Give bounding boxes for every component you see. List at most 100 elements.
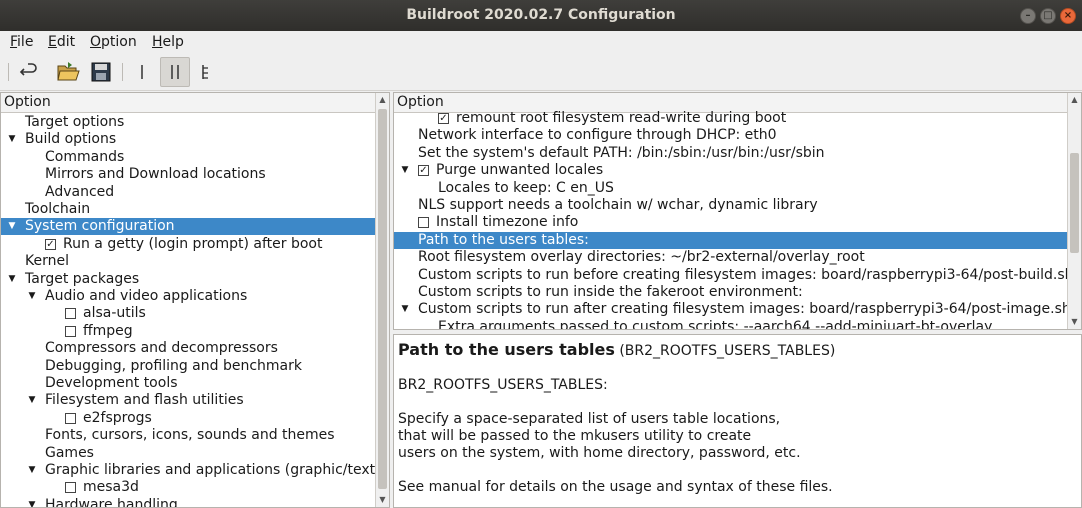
tree-row-label: Target options [25,114,125,130]
expand-arrow-icon[interactable]: ▼ [27,392,37,409]
expand-arrow-icon[interactable]: ▼ [27,288,37,305]
help-desc-line-3: users on the system, with home directory… [398,445,801,461]
single-view-icon[interactable] [127,57,157,87]
menu-help[interactable]: Help [152,32,184,52]
tree-row-label: Commands [45,148,125,165]
maximize-icon[interactable]: □ [1040,8,1056,24]
menu-option[interactable]: Option [90,32,137,52]
expand-arrow-icon[interactable]: ▼ [7,271,17,288]
menu-bar: File Edit Option Help [0,31,1082,53]
tree-row[interactable]: Custom scripts to run before creating fi… [394,267,1074,284]
option-list-panel: Option ✓ remount root filesystem read-wri… [393,92,1082,330]
help-desc-line-1: Specify a space-separated list of users … [398,411,781,427]
scroll-up-icon[interactable]: ▲ [376,93,389,107]
tree-row-label: Set the system's default PATH: /bin:/sbi… [418,144,825,161]
tree-row-label: Extra arguments passed to custom scripts… [438,318,993,330]
split-view-icon[interactable] [160,57,190,87]
tree-row[interactable]: ▼ Build options [1,131,375,148]
tree-row-label: Kernel [25,253,69,270]
tree-row[interactable]: Compressors and decompressors [1,340,375,357]
tree-row[interactable]: ▼ Target packages [1,271,375,288]
tree-row[interactable]: Install timezone info [394,214,1067,231]
tree-row[interactable]: Extra arguments passed to custom scripts… [394,318,1067,330]
expand-arrow-icon[interactable]: ▼ [400,162,410,179]
tree-row[interactable]: ▼ Graphic libraries and applications (gra… [1,462,381,479]
right-scroll-thumb[interactable] [1070,153,1079,253]
help-note: See manual for details on the usage and … [398,479,833,495]
menu-file[interactable]: File [10,32,33,52]
tree-row-label: Custom scripts to run after creating fil… [418,301,1071,318]
tree-row[interactable]: ▼ Custom scripts to run after creating fi… [394,301,1071,318]
help-symbol-line: BR2_ROOTFS_USERS_TABLES: [398,377,608,393]
tree-row-label: NLS support needs a toolchain w/ wchar, … [418,197,818,213]
close-icon[interactable]: × [1060,8,1076,24]
tree-row[interactable]: Custom scripts to run inside the fakeroo… [394,284,1067,301]
tree-row[interactable]: NLS support needs a toolchain w/ wchar, … [394,197,1067,214]
full-view-icon[interactable] [192,57,222,87]
tree-row[interactable]: mesa3d [1,479,375,496]
scroll-up-icon[interactable]: ▲ [1068,93,1081,107]
expand-arrow-icon[interactable]: ▼ [27,497,37,507]
checkbox-checked-icon[interactable]: ✓ [418,165,429,177]
checkbox-unchecked-icon[interactable] [65,325,76,337]
tree-row-label: System configuration [25,218,175,235]
scroll-down-icon[interactable]: ▼ [376,493,389,507]
toolbar [0,53,1082,91]
tree-row[interactable]: Development tools [1,375,375,392]
expand-arrow-icon[interactable]: ▼ [27,462,37,479]
tree-row[interactable]: Advanced [1,184,375,201]
tree-row-label: Compressors and decompressors [45,340,278,357]
tree-row-label: Purge unwanted locales [436,162,604,179]
tree-row[interactable]: Games [1,445,375,462]
tree-row[interactable]: ▼ ✓ Purge unwanted locales [394,162,1067,179]
checkbox-unchecked-icon[interactable] [65,308,76,320]
tree-row[interactable]: Mirrors and Download locations [1,166,375,183]
tree-row-label: Custom scripts to run inside the fakeroo… [418,284,803,300]
checkbox-unchecked-icon[interactable] [418,217,429,229]
tree-row[interactable]: Toolchain [1,201,375,218]
checkbox-unchecked-icon[interactable] [65,412,76,424]
tree-row[interactable]: ffmpeg [1,323,375,340]
tree-row[interactable]: ▼ Audio and video applications [1,288,375,305]
left-column-header[interactable]: Option [1,93,375,113]
tree-row-selected[interactable]: ▼ System configuration [1,218,375,236]
tree-row[interactable]: Network interface to configure through D… [394,127,1067,144]
checkbox-checked-icon[interactable]: ✓ [45,238,56,250]
tree-row[interactable]: ▼ Hardware handling [1,497,375,507]
tree-row[interactable]: Fonts, cursors, icons, sounds and themes [1,427,375,444]
tree-row-label: Fonts, cursors, icons, sounds and themes [45,427,335,444]
right-scrollbar[interactable]: ▲ ▼ [1067,93,1081,329]
open-folder-icon[interactable] [53,57,83,87]
checkbox-checked-icon[interactable]: ✓ [438,113,449,124]
left-scroll-thumb[interactable] [378,109,387,489]
tree-row[interactable]: Set the system's default PATH: /bin:/sbi… [394,145,1067,162]
menu-tree-panel: Option Target options ▼ Build options Comma… [0,92,390,508]
tree-row-label: Target packages [25,270,140,287]
expand-arrow-icon[interactable]: ▼ [7,131,17,148]
tree-row[interactable]: ✓ Run a getty (login prompt) after boot [1,236,375,253]
scroll-down-icon[interactable]: ▼ [1068,315,1081,329]
tree-row[interactable]: ▼ Filesystem and flash utilities [1,392,375,409]
tree-row[interactable]: e2fsprogs [1,410,375,427]
toolbar-separator [8,63,9,81]
tree-row-label: Audio and video applications [45,288,248,304]
menu-edit[interactable]: Edit [48,32,75,52]
tree-row[interactable]: alsa-utils [1,305,375,322]
tree-row[interactable]: Debugging, profiling and benchmark [1,358,375,375]
tree-row-label: Install timezone info [436,214,579,231]
tree-row[interactable]: Locales to keep: C en_US [394,180,1067,197]
left-scrollbar[interactable]: ▲ ▼ [375,93,389,507]
tree-row[interactable]: Root filesystem overlay directories: ~/b… [394,249,1067,266]
tree-row[interactable]: Kernel [1,253,375,270]
checkbox-unchecked-icon[interactable] [65,482,76,494]
undo-icon[interactable] [14,57,44,87]
save-icon[interactable] [86,57,116,87]
help-symbol: (BR2_ROOTFS_USERS_TABLES) [619,343,836,359]
expand-arrow-icon[interactable]: ▼ [7,218,17,235]
tree-row[interactable]: Commands [1,149,375,166]
minimize-icon[interactable]: – [1020,8,1036,24]
tree-row[interactable]: Target options [1,114,375,131]
tree-row-selected[interactable]: Path to the users tables: [394,231,1067,249]
tree-row[interactable]: ✓ remount root filesystem read-write duri… [394,110,1067,127]
expand-arrow-icon[interactable]: ▼ [400,301,410,318]
